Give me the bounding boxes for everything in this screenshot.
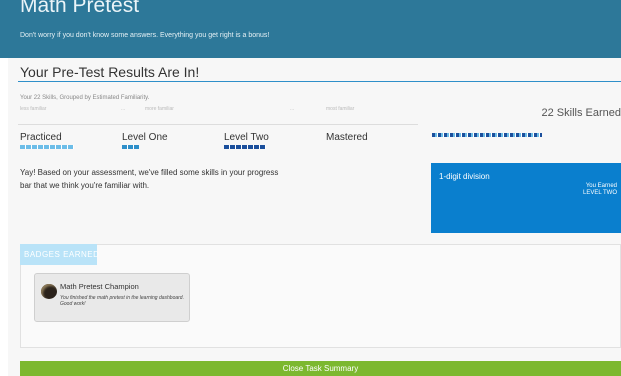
familiarity-less-label: less familiar [20,106,47,112]
assessment-message: Yay! Based on your assessment, we've fil… [20,168,279,190]
skill-card[interactable]: 1-digit division You Earned LEVEL TWO [431,163,621,233]
level-one-label: Level One [122,132,168,143]
badge-medal-icon [41,284,57,299]
level-two-label: Level Two [224,132,269,143]
page-subtitle: Don't worry if you don't know some answe… [20,32,270,39]
page-title: Math Pretest [20,0,140,17]
results-divider [18,81,621,82]
familiarity-more-label: more familiar [145,106,174,112]
pretest-header: Math Pretest Don't worry if you don't kn… [0,0,621,58]
earned-label: You Earned [585,183,617,189]
group-caption: Your 22 Skills, Grouped by Estimated Fam… [20,95,150,101]
badge-title: Math Pretest Champion [60,282,139,291]
earned-level: LEVEL TWO [582,190,617,196]
familiarity-ellipsis-1: ... [121,106,126,112]
results-title: Your Pre-Test Results Are In! [20,64,200,80]
skill-name: 1-digit division [439,172,490,181]
level-two-skill-bar [224,145,266,149]
badge-card[interactable]: Math Pretest Champion You finished the m… [34,273,190,322]
badge-description: You finished the math pretest in the lea… [60,295,184,307]
skills-progress-bar [432,133,542,137]
badges-earned-tab: BADGES EARNED [20,244,99,265]
practiced-skill-bar [20,145,74,149]
familiarity-ellipsis-2: ... [290,106,295,112]
level-divider [18,124,418,125]
level-practiced-label: Practiced [20,132,62,143]
familiarity-most-label: most familiar [326,106,355,112]
level-one-skill-bar [122,145,139,149]
skills-earned-count: 22 Skills Earned [541,107,621,119]
close-task-summary-button[interactable]: Close Task Summary [20,361,621,376]
level-mastered-label: Mastered [326,132,368,143]
